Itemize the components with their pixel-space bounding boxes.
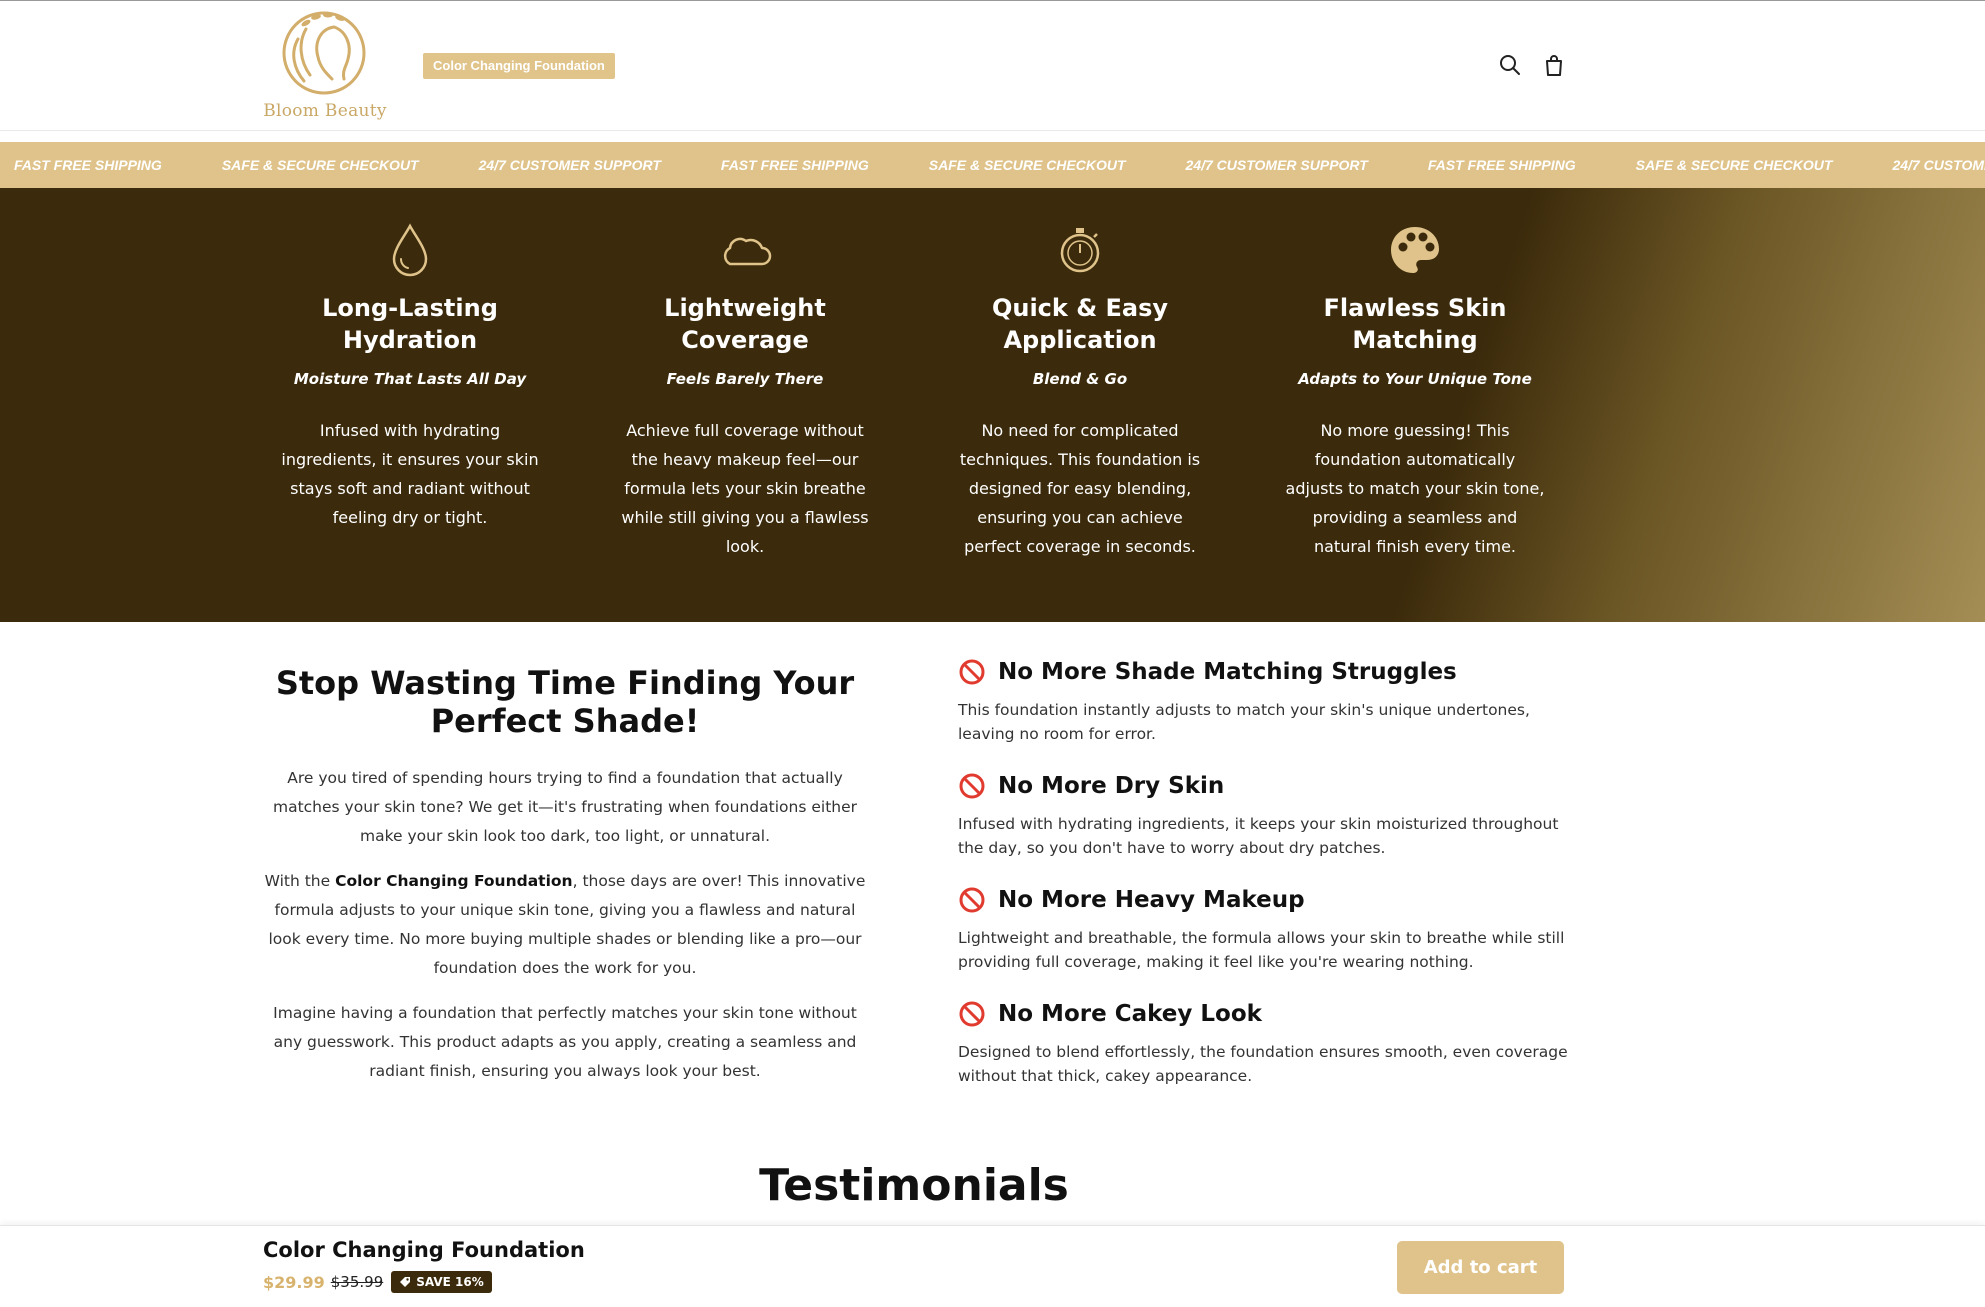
feature-description: Infused with hydrating ingredients, it e… <box>281 421 539 527</box>
no-more-title: No More Cakey Look <box>998 1001 1262 1027</box>
feature-title: Long-Lasting Hydration <box>322 294 498 354</box>
water-drop-icon <box>275 222 545 278</box>
palette-icon <box>1280 222 1550 278</box>
feature-card: Long-Lasting Hydration Moisture That Las… <box>275 188 545 532</box>
no-more-text: Lightweight and breathable, the formula … <box>958 929 1565 971</box>
section-heading: Stop Wasting Time Finding Your Perfect S… <box>275 664 855 740</box>
brand-logo[interactable]: Bloom Beauty <box>260 9 390 125</box>
marquee-item: FAST FREE SHIPPING <box>720 157 869 173</box>
marquee-item: 24/7 CUSTOMER SUPPORT <box>1185 157 1368 173</box>
features-section: Long-Lasting Hydration Moisture That Las… <box>0 188 1985 622</box>
no-more-title: No More Dry Skin <box>998 773 1225 799</box>
marquee-item: SAFE & SECURE CHECKOUT <box>1635 157 1833 173</box>
feature-title: Lightweight Coverage <box>664 294 826 354</box>
shopping-bag-icon[interactable] <box>1540 51 1568 79</box>
intro-paragraph: Are you tired of spending hours trying t… <box>272 769 858 845</box>
add-to-cart-button[interactable]: Add to cart <box>1397 1241 1564 1294</box>
tag-icon <box>400 1277 411 1287</box>
feature-card: Quick & Easy Application Blend & Go No n… <box>945 188 1215 561</box>
prohibited-icon <box>959 773 985 799</box>
no-more-text: Infused with hydrating ingredients, it k… <box>958 815 1559 857</box>
prohibited-icon <box>959 1001 985 1027</box>
site-header: Bloom Beauty Color Changing Foundation <box>0 0 1985 131</box>
feature-subtitle: Feels Barely There <box>666 370 824 388</box>
marquee-item: 24/7 CUSTOMER SUPPORT <box>478 157 661 173</box>
cloud-icon <box>610 222 880 278</box>
prohibited-icon <box>959 659 985 685</box>
no-more-list: No More Shade Matching Struggles This fo… <box>958 658 1568 1114</box>
shade-intro-section: Stop Wasting Time Finding Your Perfect S… <box>262 664 868 1086</box>
price-row: $29.99 $35.99 SAVE 16% <box>263 1271 492 1293</box>
no-more-item: No More Cakey Look Designed to blend eff… <box>958 1000 1568 1088</box>
stopwatch-icon <box>945 222 1215 278</box>
woman-profile-logo-icon <box>282 11 366 95</box>
feature-subtitle: Blend & Go <box>1032 370 1128 388</box>
no-more-item: No More Dry Skin Infused with hydrating … <box>958 772 1568 860</box>
no-more-text: Designed to blend effortlessly, the foun… <box>958 1043 1568 1085</box>
testimonials-heading: Testimonials <box>759 1160 1069 1211</box>
no-more-title: No More Heavy Makeup <box>998 887 1305 913</box>
save-badge: SAVE 16% <box>391 1271 492 1293</box>
feature-subtitle: Moisture That Lasts All Day <box>293 370 527 388</box>
feature-description: No need for complicated techniques. This… <box>959 421 1201 556</box>
marquee-item: 24/7 CUSTOMER SUPPORT <box>1892 157 1985 173</box>
announcement-marquee: FAST FREE SHIPPING SAFE & SECURE CHECKOU… <box>0 142 1985 188</box>
intro-paragraph: Imagine having a foundation that perfect… <box>273 1004 857 1080</box>
marquee-item: SAFE & SECURE CHECKOUT <box>928 157 1126 173</box>
prohibited-icon <box>959 887 985 913</box>
feature-title: Flawless Skin Matching <box>1323 294 1507 354</box>
marquee-item: FAST FREE SHIPPING <box>1427 157 1576 173</box>
sticky-add-to-cart-bar: Color Changing Foundation $29.99 $35.99 … <box>0 1225 1985 1307</box>
nav-link-color-changing-foundation[interactable]: Color Changing Foundation <box>423 53 615 79</box>
feature-description: No more guessing! This foundation automa… <box>1285 421 1545 556</box>
intro-paragraph: With the Color Changing Foundation, thos… <box>264 872 866 977</box>
feature-title: Quick & Easy Application <box>991 294 1169 354</box>
sale-price: $29.99 <box>263 1272 325 1292</box>
feature-subtitle: Adapts to Your Unique Tone <box>1298 370 1532 388</box>
feature-card: Lightweight Coverage Feels Barely There … <box>610 188 880 561</box>
marquee-item: FAST FREE SHIPPING <box>14 157 162 173</box>
search-icon[interactable] <box>1496 51 1524 79</box>
feature-card: Flawless Skin Matching Adapts to Your Un… <box>1280 188 1550 561</box>
brand-name: Bloom Beauty <box>263 101 387 121</box>
no-more-title: No More Shade Matching Struggles <box>998 659 1457 685</box>
no-more-item: No More Heavy Makeup Lightweight and bre… <box>958 886 1568 974</box>
no-more-text: This foundation instantly adjusts to mat… <box>958 701 1530 743</box>
feature-description: Achieve full coverage without the heavy … <box>621 421 869 556</box>
product-title: Color Changing Foundation <box>263 1238 585 1262</box>
compare-price: $35.99 <box>330 1273 384 1291</box>
marquee-item: SAFE & SECURE CHECKOUT <box>221 157 419 173</box>
no-more-item: No More Shade Matching Struggles This fo… <box>958 658 1568 746</box>
